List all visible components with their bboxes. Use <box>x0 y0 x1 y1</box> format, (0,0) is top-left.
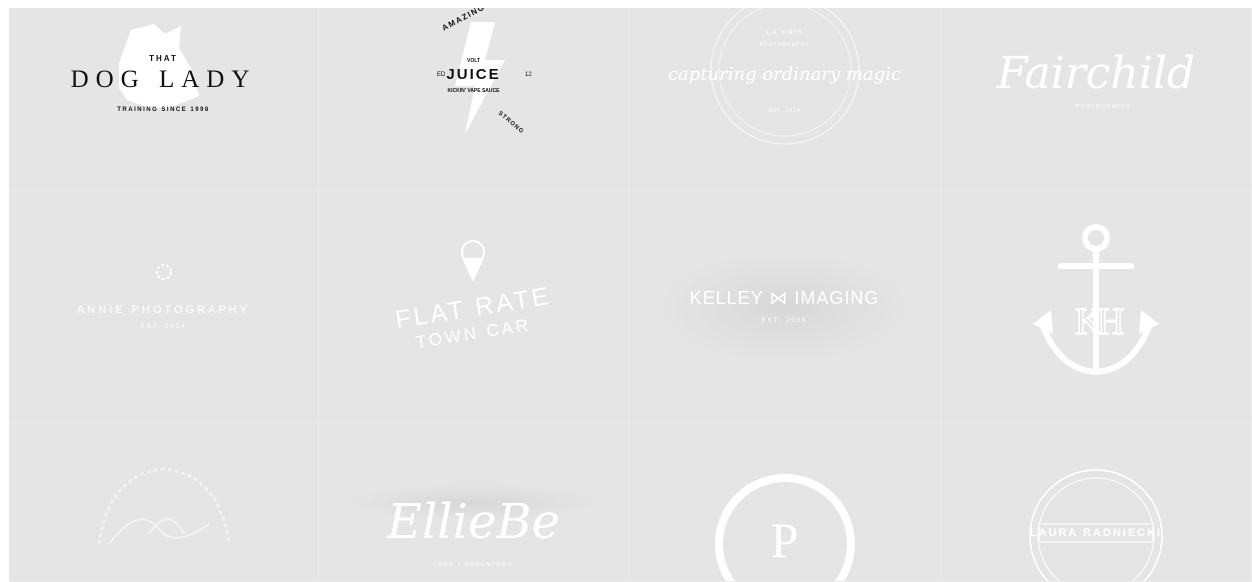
logo-text-main: KELLEY ⋈ IMAGING <box>689 288 880 308</box>
logo-tile-kelley[interactable]: KELLEY ⋈ IMAGING EST. 2009 <box>629 192 941 424</box>
logo-text-sub: PHOTOGRAPHY <box>1076 104 1132 110</box>
logo-text-main: ANNIE PHOTOGRAPHY <box>76 304 251 316</box>
logo-text-top: THAT <box>149 54 178 63</box>
logo-text-main: Fairchild <box>996 48 1196 99</box>
logo-text-line2: PHOTOGRAPHY <box>759 42 810 48</box>
logo-text-ed-left: ED <box>437 72 446 78</box>
anchor-monogram-icon: K H <box>1033 224 1159 376</box>
logo-tile-ellie-be[interactable]: EllieBe LOVE • ADVENTURE <box>319 424 629 582</box>
logo-text-sub: LOVE • ADVENTURE <box>433 562 514 568</box>
logo-text-main: LAURA RADNIECKI <box>1029 527 1163 539</box>
logo-tile-flat-rate[interactable]: FLAT RATE TOWN CAR <box>319 192 629 424</box>
logo-text-main: EllieBe <box>386 494 561 550</box>
logo-tile-anchor[interactable]: K H <box>941 192 1252 424</box>
logo-text-main: P <box>770 512 799 568</box>
logo-tile-dog-lady[interactable]: THAT DOG LADY TRAINING SINCE 1998 <box>9 8 319 192</box>
lightning-bolt-icon <box>455 22 505 134</box>
svg-text:H: H <box>1097 301 1124 343</box>
logo-text-volt: VOLT <box>467 58 480 64</box>
logo-text-sub: TRAINING SINCE 1998 <box>117 107 210 113</box>
logo-tile-volt-juice[interactable]: AMAZINGLY VOLT JUICE ED 12 KICKIN' VAPE … <box>319 8 629 192</box>
circle-badge-icon <box>1029 469 1163 581</box>
logo-text-sub: KICKIN' VAPE SAUCE <box>447 88 500 94</box>
logo-text-sub: EST. 2009 <box>761 318 808 324</box>
logo-tile-ordinary-magic[interactable]: L.A. BIRCH PHOTOGRAPHY capturing ordinar… <box>629 8 941 192</box>
logo-tile-wreath[interactable] <box>9 424 319 582</box>
logo-text-script: capturing ordinary magic <box>667 64 902 85</box>
logo-text-line1: L.A. BIRCH <box>766 30 803 36</box>
logo-text-main: JUICE <box>446 66 501 83</box>
logo-text-sub: EST. 2004 <box>140 324 187 330</box>
logo-tile-p-mark[interactable]: P <box>629 424 941 582</box>
logo-text-main: DOG LADY <box>70 66 257 93</box>
logo-text-ed-right: 12 <box>525 72 532 78</box>
logo-tile-annie[interactable]: ANNIE PHOTOGRAPHY EST. 2004 <box>9 192 319 424</box>
dog-silhouette-icon <box>119 24 199 108</box>
logo-tile-laura[interactable]: LAURA RADNIECKI <box>941 424 1252 582</box>
logo-text-line3: EST. 2014 <box>768 108 801 114</box>
logo-gallery-grid: THAT DOG LADY TRAINING SINCE 1998 AMAZIN… <box>9 8 1252 582</box>
wreath-script-icon <box>97 467 231 545</box>
logo-tile-fairchild[interactable]: Fairchild PHOTOGRAPHY <box>941 8 1252 192</box>
